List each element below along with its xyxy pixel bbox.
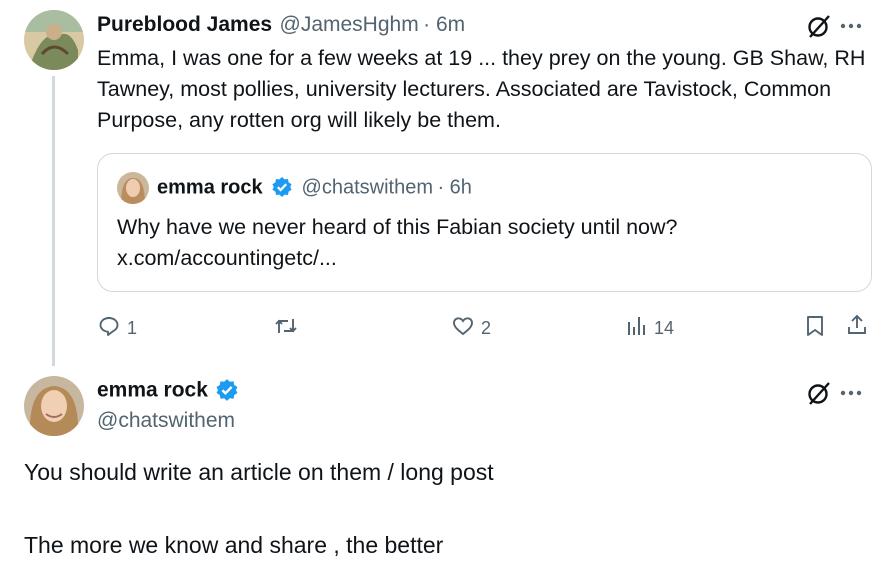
reply-header: emma rock: [97, 378, 239, 407]
more-icon[interactable]: [838, 16, 864, 36]
reply-count: 1: [127, 318, 138, 338]
quote-author-handle[interactable]: @chatswithem: [302, 177, 433, 199]
grok-icon[interactable]: [806, 380, 832, 406]
tweet-header: Pureblood James @JamesHghm · 6m: [97, 13, 465, 37]
like-icon: [451, 314, 475, 343]
author-handle[interactable]: @JamesHghm: [280, 13, 419, 36]
grok-icon[interactable]: [806, 13, 832, 39]
retweet-button[interactable]: [273, 314, 299, 343]
views-count: 14: [654, 318, 675, 338]
reply-author-name[interactable]: emma rock: [97, 379, 208, 402]
like-button[interactable]: 2: [451, 314, 491, 343]
views-icon: [626, 314, 648, 343]
quote-text: Why have we never heard of this Fabian s…: [117, 215, 678, 239]
retweet-icon: [273, 314, 299, 343]
more-icon[interactable]: [838, 383, 864, 403]
reply-author-handle[interactable]: @chatswithem: [97, 409, 235, 433]
verified-badge-icon: [215, 378, 239, 407]
reply-button[interactable]: 1: [97, 314, 137, 343]
quote-link[interactable]: x.com/accountingetc/...: [117, 243, 337, 274]
like-count: 2: [481, 318, 492, 338]
quote-time[interactable]: · 6h: [437, 177, 471, 199]
reply-text-line-2: The more we know and share , the better: [24, 532, 444, 558]
reply-text-line-1: You should write an article on them / lo…: [24, 459, 494, 485]
tweet-time[interactable]: · 6m: [423, 13, 465, 36]
tweet-text: Emma, I was one for a few weeks at 19 ..…: [97, 46, 866, 132]
views-button[interactable]: 14: [626, 314, 674, 343]
bookmark-icon[interactable]: [804, 314, 826, 343]
quote-avatar[interactable]: [117, 172, 149, 204]
share-icon[interactable]: [845, 313, 869, 342]
thread-line: [52, 76, 55, 366]
author-name[interactable]: Pureblood James: [97, 13, 272, 36]
quote-header: emma rock @chatswithem · 6h: [157, 176, 472, 203]
reply-avatar[interactable]: [24, 376, 84, 436]
avatar[interactable]: [24, 10, 84, 70]
reply-icon: [97, 314, 121, 343]
verified-badge-icon: [271, 176, 293, 203]
quote-author-name[interactable]: emma rock: [157, 177, 263, 199]
